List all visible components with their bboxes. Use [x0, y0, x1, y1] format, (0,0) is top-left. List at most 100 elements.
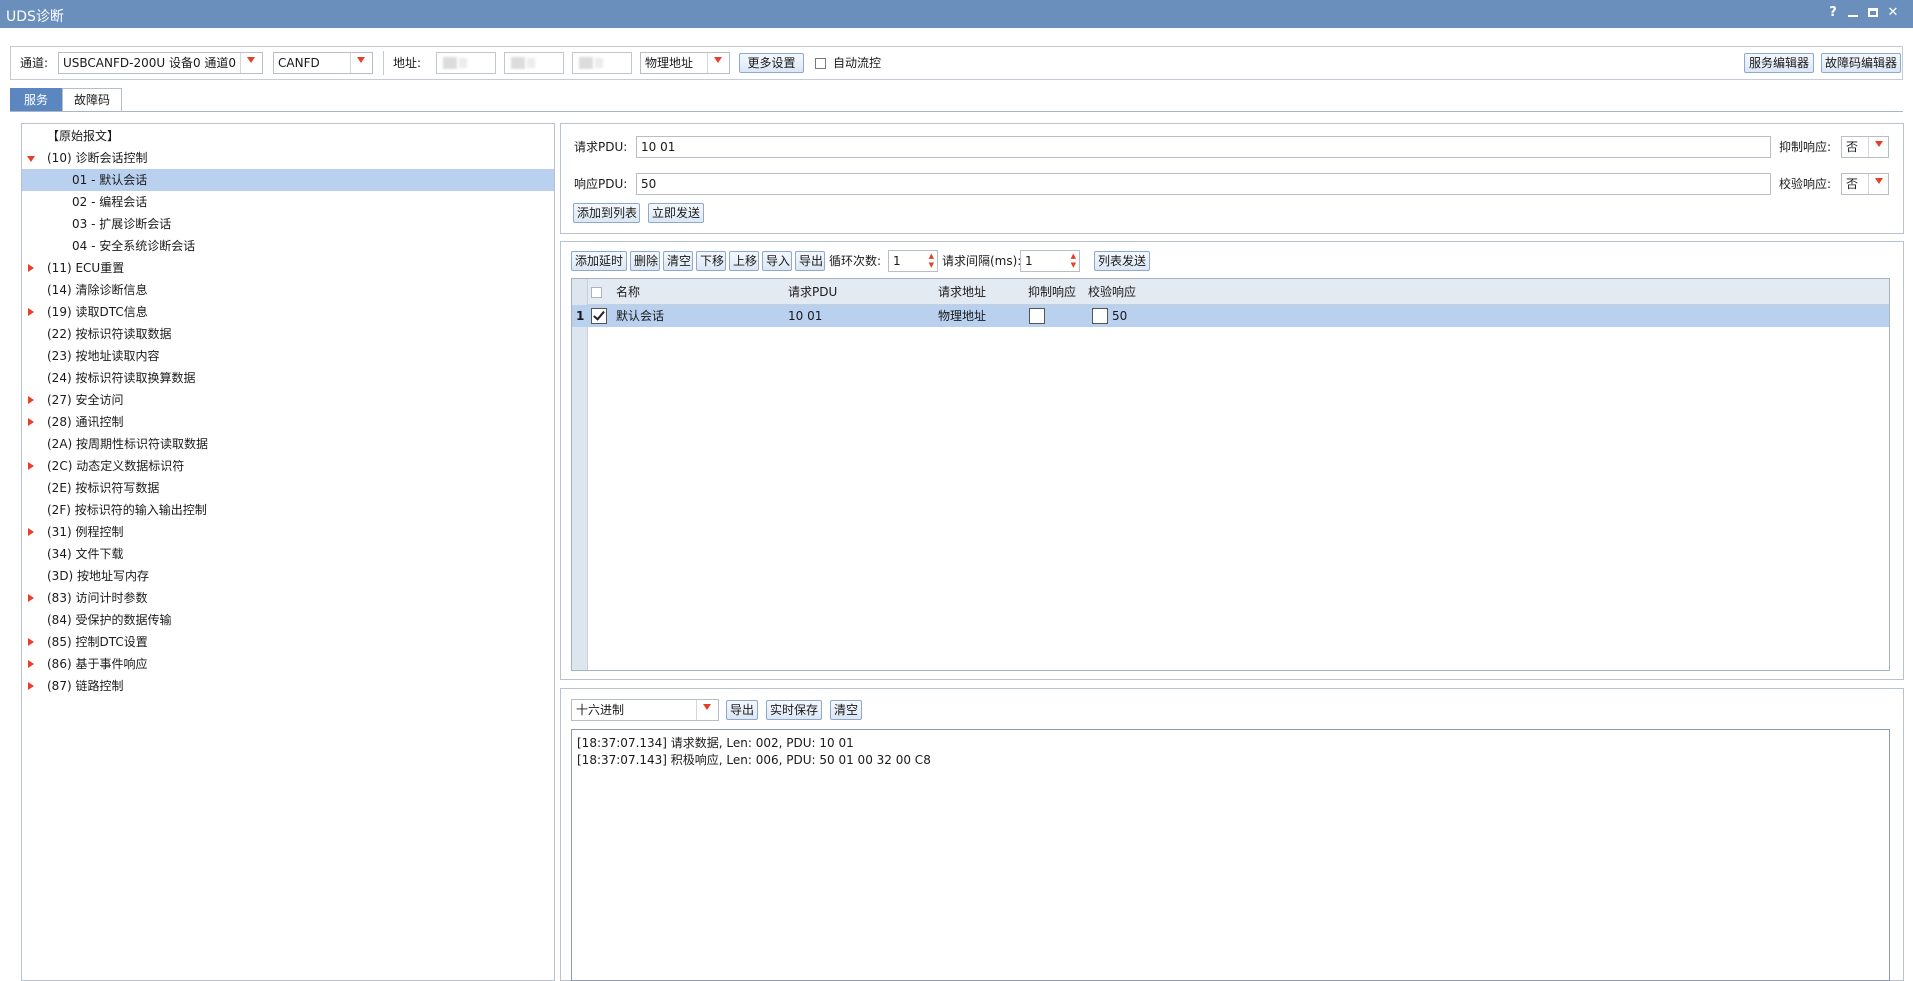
address-type-dropdown[interactable]	[707, 53, 729, 73]
spin-down-icon[interactable]: ▼	[1071, 261, 1076, 269]
tree-item[interactable]: (2C) 动态定义数据标识符	[22, 455, 554, 477]
tree-item[interactable]: (24) 按标识符读取换算数据	[22, 367, 554, 389]
address-type-select[interactable]: 物理地址	[640, 52, 730, 74]
auto-flow-checkbox[interactable]	[815, 58, 826, 69]
close-icon[interactable]: ✕	[1884, 4, 1902, 22]
protocol-select[interactable]: CANFD	[273, 52, 373, 74]
send-now-button[interactable]: 立即发送	[648, 203, 704, 223]
tree-item[interactable]: 03 - 扩展诊断会话	[22, 213, 554, 235]
tree-item[interactable]: (2F) 按标识符的输入输出控制	[22, 499, 554, 521]
expand-right-icon[interactable]	[28, 594, 34, 602]
display-format-dropdown[interactable]	[696, 700, 718, 720]
minimize-icon[interactable]	[1844, 4, 1862, 22]
table-row[interactable]: 1 默认会话 10 01 物理地址 50	[572, 305, 1889, 327]
tree-item-label: (85) 控制DTC设置	[47, 635, 148, 649]
interval-input[interactable]: 1 ▲ ▼	[1020, 250, 1080, 272]
column-header-request-address[interactable]: 请求地址	[938, 284, 986, 300]
tree-item[interactable]: (11) ECU重置	[22, 257, 554, 279]
tree-item-label: (22) 按标识符读取数据	[47, 327, 172, 341]
dtc-editor-button[interactable]: 故障码编辑器	[1821, 53, 1901, 73]
expand-right-icon[interactable]	[28, 682, 34, 690]
column-header-verify-response[interactable]: 校验响应	[1088, 284, 1136, 300]
tree-item[interactable]: (34) 文件下载	[22, 543, 554, 565]
request-pdu-input[interactable]: 10 01	[636, 136, 1771, 158]
move-down-button[interactable]: 下移	[696, 251, 726, 271]
display-format-select[interactable]: 十六进制	[571, 699, 719, 721]
tree-item[interactable]: (2A) 按周期性标识符读取数据	[22, 433, 554, 455]
suppress-response-select[interactable]: 否	[1841, 136, 1889, 158]
tab-dtc[interactable]: 故障码	[62, 88, 122, 112]
row-suppress-checkbox[interactable]	[1029, 308, 1045, 324]
tree-item[interactable]: 04 - 安全系统诊断会话	[22, 235, 554, 257]
tree-item[interactable]: (27) 安全访问	[22, 389, 554, 411]
row-verify-checkbox[interactable]	[1092, 308, 1108, 324]
tree-item[interactable]: 01 - 默认会话	[22, 169, 554, 191]
import-button[interactable]: 导入	[762, 251, 792, 271]
tree-item[interactable]: (86) 基于事件响应	[22, 653, 554, 675]
address-field-2[interactable]	[504, 52, 564, 74]
tree-item[interactable]: (14) 清除诊断信息	[22, 279, 554, 301]
expand-right-icon[interactable]	[28, 528, 34, 536]
chevron-down-icon	[703, 704, 711, 710]
realtime-save-button[interactable]: 实时保存	[766, 700, 822, 720]
more-settings-button[interactable]: 更多设置	[739, 53, 804, 73]
spin-up-icon[interactable]: ▲	[1071, 252, 1076, 260]
tree-item[interactable]: (84) 受保护的数据传输	[22, 609, 554, 631]
tree-item[interactable]: (28) 通讯控制	[22, 411, 554, 433]
address-field-3[interactable]	[572, 52, 632, 74]
column-header-suppress-response[interactable]: 抑制响应	[1028, 284, 1076, 300]
response-pdu-input[interactable]: 50	[636, 173, 1771, 195]
clear-list-button[interactable]: 清空	[663, 251, 693, 271]
add-delay-button[interactable]: 添加延时	[571, 251, 627, 271]
protocol-dropdown[interactable]	[350, 53, 372, 73]
expand-right-icon[interactable]	[28, 660, 34, 668]
tree-item[interactable]: 02 - 编程会话	[22, 191, 554, 213]
tree-item[interactable]: (87) 链路控制	[22, 675, 554, 697]
delete-button[interactable]: 删除	[630, 251, 660, 271]
expand-right-icon[interactable]	[28, 418, 34, 426]
export-log-button[interactable]: 导出	[726, 700, 758, 720]
service-editor-button[interactable]: 服务编辑器	[1744, 53, 1814, 73]
tree-item[interactable]: (2E) 按标识符写数据	[22, 477, 554, 499]
clear-log-button[interactable]: 清空	[830, 700, 862, 720]
expand-right-icon[interactable]	[28, 308, 34, 316]
column-header-request-pdu[interactable]: 请求PDU	[788, 284, 837, 300]
tree-item[interactable]: 【原始报文】	[22, 125, 554, 147]
select-all-checkbox[interactable]	[591, 287, 602, 298]
verify-response-select[interactable]: 否	[1841, 173, 1889, 195]
add-to-list-button[interactable]: 添加到列表	[573, 203, 640, 223]
spin-down-icon[interactable]: ▼	[929, 261, 934, 269]
channel-dropdown[interactable]	[240, 53, 262, 73]
verify-response-dropdown[interactable]	[1868, 174, 1888, 194]
tree-item[interactable]: (85) 控制DTC设置	[22, 631, 554, 653]
tree-item[interactable]: (10) 诊断会话控制	[22, 147, 554, 169]
tree-item-label: (19) 读取DTC信息	[47, 305, 148, 319]
tree-item[interactable]: (23) 按地址读取内容	[22, 345, 554, 367]
expand-right-icon[interactable]	[28, 462, 34, 470]
expand-right-icon[interactable]	[28, 396, 34, 404]
tree-item-label: 04 - 安全系统诊断会话	[72, 239, 196, 253]
tree-item[interactable]: (3D) 按地址写内存	[22, 565, 554, 587]
export-list-button[interactable]: 导出	[795, 251, 825, 271]
expand-right-icon[interactable]	[28, 264, 34, 272]
list-send-button[interactable]: 列表发送	[1094, 251, 1150, 271]
help-icon[interactable]: ?	[1824, 4, 1842, 22]
channel-select[interactable]: USBCANFD-200U 设备0 通道0	[58, 52, 263, 74]
maximize-icon[interactable]	[1864, 4, 1882, 22]
tree-item[interactable]: (31) 例程控制	[22, 521, 554, 543]
column-header-name[interactable]: 名称	[616, 284, 640, 300]
move-up-button[interactable]: 上移	[729, 251, 759, 271]
expand-down-icon[interactable]	[27, 156, 35, 162]
expand-right-icon[interactable]	[28, 638, 34, 646]
loop-count-input[interactable]: 1 ▲ ▼	[888, 250, 938, 272]
address-field-1[interactable]	[436, 52, 496, 74]
tree-item[interactable]: (19) 读取DTC信息	[22, 301, 554, 323]
spin-up-icon[interactable]: ▲	[929, 252, 934, 260]
row-checkbox[interactable]	[591, 308, 607, 324]
suppress-response-dropdown[interactable]	[1868, 137, 1888, 157]
tree-item[interactable]: (83) 访问计时参数	[22, 587, 554, 609]
tree-item-label: 02 - 编程会话	[72, 195, 148, 209]
tab-services[interactable]: 服务	[10, 88, 62, 112]
log-output[interactable]: [18:37:07.134] 请求数据, Len: 002, PDU: 10 0…	[571, 729, 1890, 981]
tree-item[interactable]: (22) 按标识符读取数据	[22, 323, 554, 345]
